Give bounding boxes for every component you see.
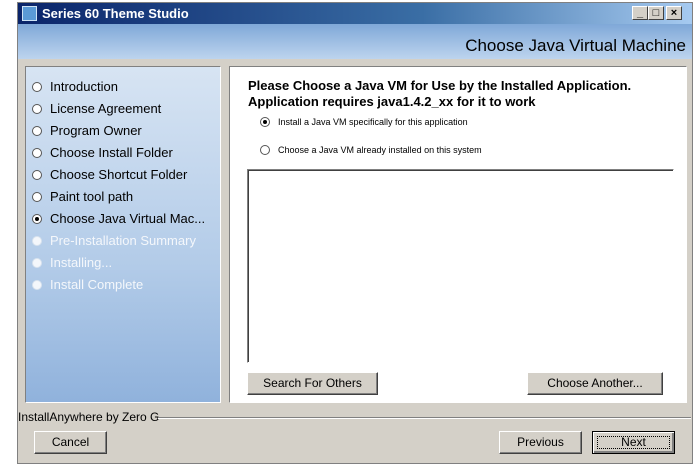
choose-another-button[interactable]: Choose Another... [527, 372, 663, 395]
step-label: License Agreement [50, 101, 162, 116]
step-radio-icon [32, 236, 42, 246]
instruction-heading: Please Choose a Java VM for Use by the I… [248, 78, 673, 110]
previous-button[interactable]: Previous [499, 431, 582, 454]
step-choose-java-vm: Choose Java Virtual Mac... [32, 209, 205, 229]
step-introduction: Introduction [32, 77, 118, 97]
window-title: Series 60 Theme Studio [42, 6, 189, 21]
step-label: Pre-Installation Summary [50, 233, 196, 248]
step-radio-icon [32, 104, 42, 114]
app-icon [22, 6, 37, 21]
step-installing: Installing... [32, 253, 112, 273]
installer-window: Series 60 Theme Studio _ □ × Choose Java… [17, 2, 693, 464]
option-existing-vm[interactable]: Choose a Java VM already installed on th… [260, 143, 482, 157]
cancel-button[interactable]: Cancel [34, 431, 107, 454]
step-install-complete: Install Complete [32, 275, 143, 295]
step-label: Choose Shortcut Folder [50, 167, 188, 182]
step-choose-shortcut-folder: Choose Shortcut Folder [32, 165, 187, 185]
close-button[interactable]: × [666, 6, 682, 20]
footer-divider [158, 417, 691, 419]
step-current-radio-icon [32, 214, 42, 224]
radio-unselected-icon[interactable] [260, 145, 270, 155]
maximize-button[interactable]: □ [648, 6, 664, 20]
page-title: Choose Java Virtual Machine [465, 36, 686, 55]
title-bar[interactable]: Series 60 Theme Studio _ □ × [18, 3, 692, 24]
step-choose-install-folder: Choose Install Folder [32, 143, 173, 163]
steps-panel: Introduction License Agreement Program O… [25, 66, 221, 403]
step-radio-icon [32, 170, 42, 180]
step-label: Introduction [50, 79, 118, 94]
step-label: Install Complete [50, 277, 144, 292]
step-label: Choose Java Virtual Mac... [50, 211, 206, 226]
step-radio-icon [32, 148, 42, 158]
step-radio-icon [32, 126, 42, 136]
search-for-others-button[interactable]: Search For Others [247, 372, 378, 395]
heading-line-2: Application requires java1.4.2_xx for it… [248, 94, 536, 109]
step-license-agreement: License Agreement [32, 99, 161, 119]
step-label: Paint tool path [50, 189, 134, 204]
option-install-label: Install a Java VM specifically for this … [278, 117, 468, 127]
step-label: Installing... [50, 255, 113, 270]
minimize-button[interactable]: _ [632, 6, 648, 20]
next-label: Next [621, 435, 646, 449]
option-install-vm[interactable]: Install a Java VM specifically for this … [260, 115, 468, 129]
heading-line-1: Please Choose a Java VM for Use by the I… [248, 78, 632, 93]
step-program-owner: Program Owner [32, 121, 142, 141]
step-radio-icon [32, 192, 42, 202]
step-radio-icon [32, 258, 42, 268]
main-content: Please Choose a Java VM for Use by the I… [229, 66, 687, 403]
vendor-label: InstallAnywhere by Zero G [18, 410, 160, 424]
step-radio-icon [32, 82, 42, 92]
radio-selected-icon[interactable] [260, 117, 270, 127]
header-banner: Choose Java Virtual Machine [18, 24, 692, 59]
step-label: Program Owner [50, 123, 142, 138]
step-radio-icon [32, 280, 42, 290]
jvm-list-box[interactable] [247, 169, 674, 363]
step-pre-installation-summary: Pre-Installation Summary [32, 231, 196, 251]
option-existing-label: Choose a Java VM already installed on th… [278, 145, 482, 155]
next-button[interactable]: Next [592, 431, 675, 454]
step-label: Choose Install Folder [50, 145, 173, 160]
step-paint-tool-path: Paint tool path [32, 187, 133, 207]
